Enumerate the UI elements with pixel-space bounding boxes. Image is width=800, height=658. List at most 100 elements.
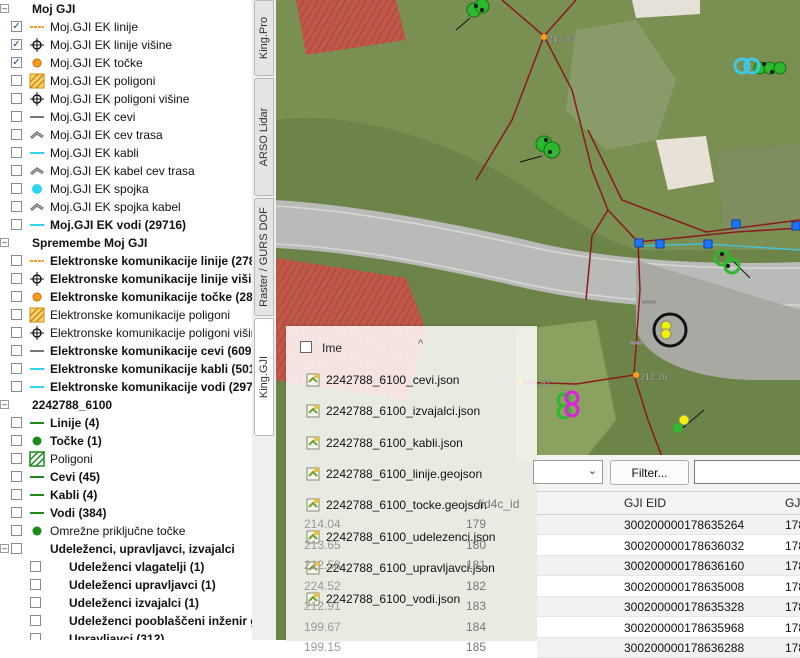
- layer-checkbox[interactable]: [30, 597, 41, 608]
- layer-checkbox[interactable]: [11, 165, 22, 176]
- layer-checkbox[interactable]: [30, 633, 41, 640]
- layer-row[interactable]: ✓ Moj.GJI EK točke: [0, 54, 252, 72]
- layer-checkbox[interactable]: [11, 111, 22, 122]
- layer-checkbox[interactable]: [30, 615, 41, 626]
- tab-arso-lidar[interactable]: ARSO Lidar: [254, 78, 274, 196]
- layer-row[interactable]: Moj.GJI EK kabli: [0, 144, 252, 162]
- layer-row[interactable]: Elektronske komunikacije kabli (5013): [0, 360, 252, 378]
- layer-row[interactable]: Poligoni: [0, 450, 252, 468]
- layer-row[interactable]: Udeleženci vlagatelji (1): [0, 558, 252, 576]
- layer-row[interactable]: Omrežne priključne točke: [0, 522, 252, 540]
- file-list-item[interactable]: 2242788_6100_linije.geojson: [306, 464, 482, 484]
- layer-checkbox[interactable]: [11, 435, 22, 446]
- file-list-item[interactable]: 2242788_6100_izvajalci.json: [306, 401, 480, 421]
- layer-checkbox[interactable]: [11, 471, 22, 482]
- layer-checkbox[interactable]: [11, 129, 22, 140]
- layer-checkbox[interactable]: [11, 489, 22, 500]
- collapse-icon[interactable]: –: [0, 400, 9, 409]
- layer-checkbox[interactable]: [11, 453, 22, 464]
- layer-row[interactable]: Moj.GJI EK spojka: [0, 180, 252, 198]
- table-row[interactable]: 300200000178635264 178: [537, 515, 800, 535]
- layer-row[interactable]: Udeleženci upravljavci (1): [0, 576, 252, 594]
- select-all-checkbox[interactable]: [300, 341, 312, 353]
- layer-row[interactable]: Kabli (4): [0, 486, 252, 504]
- table-row[interactable]: 300200000178636032 178: [537, 535, 800, 556]
- gji-cell: 178: [785, 641, 800, 655]
- layer-label: Moj.GJI EK kabli: [50, 146, 139, 160]
- layer-checkbox[interactable]: [11, 507, 22, 518]
- file-list-item[interactable]: 2242788_6100_kabli.json: [306, 433, 463, 453]
- layer-row[interactable]: – Moj GJI: [0, 0, 252, 18]
- layer-row[interactable]: Udeleženci pooblaščeni inženir gradbišča: [0, 612, 252, 630]
- column-gji-eid[interactable]: GJI EID: [624, 496, 666, 510]
- layer-row[interactable]: Moj.GJI EK poligoni višine: [0, 90, 252, 108]
- layer-checkbox[interactable]: ✓: [11, 57, 22, 68]
- layer-checkbox[interactable]: [11, 147, 22, 158]
- layer-row[interactable]: Točke (1): [0, 432, 252, 450]
- layer-row[interactable]: Elektronske komunikacije cevi (609): [0, 342, 252, 360]
- layer-checkbox[interactable]: [11, 417, 22, 428]
- layer-row[interactable]: Elektronske komunikacije poligoni: [0, 306, 252, 324]
- layer-checkbox[interactable]: [11, 345, 22, 356]
- table-row[interactable]: 300200000178635328 178: [537, 597, 800, 617]
- layer-checkbox[interactable]: [11, 381, 22, 392]
- ghost-value-cell: 199.67: [304, 619, 341, 634]
- layer-checkbox[interactable]: [11, 183, 22, 194]
- layer-row[interactable]: Elektronske komunikacije poligoni višine: [0, 324, 252, 342]
- layer-checkbox[interactable]: ✓: [11, 39, 22, 50]
- layer-row[interactable]: Udeleženci izvajalci (1): [0, 594, 252, 612]
- table-row[interactable]: 300200000178636160 178: [537, 556, 800, 576]
- layer-row[interactable]: Moj.GJI EK cev trasa: [0, 126, 252, 144]
- column-gji[interactable]: GJI: [785, 496, 800, 510]
- layer-checkbox[interactable]: [11, 93, 22, 104]
- table-row[interactable]: 300200000178635968 178: [537, 617, 800, 638]
- layer-row[interactable]: Elektronske komunikacije linije (2787): [0, 252, 252, 270]
- tab-raster-gurs-dof[interactable]: Raster / GURS DOF: [254, 198, 274, 316]
- layer-checkbox[interactable]: [30, 561, 41, 572]
- layer-checkbox[interactable]: [11, 201, 22, 212]
- collapse-icon[interactable]: –: [0, 544, 9, 553]
- tab-king-pro[interactable]: King.Pro: [254, 0, 274, 76]
- layer-checkbox[interactable]: ✓: [11, 21, 22, 32]
- layer-row[interactable]: Moj.GJI EK cevi: [0, 108, 252, 126]
- layer-row[interactable]: Linije (4): [0, 414, 252, 432]
- table-row[interactable]: 300200000178636288 178: [537, 638, 800, 658]
- layer-row[interactable]: Elektronske komunikacije vodi (29716): [0, 378, 252, 396]
- layer-row[interactable]: Upravljavci (312): [0, 630, 252, 640]
- file-list-item[interactable]: 2242788_6100_cevi.json: [306, 370, 459, 390]
- layer-checkbox[interactable]: [11, 327, 22, 338]
- layer-checkbox[interactable]: [11, 219, 22, 230]
- layer-checkbox[interactable]: [11, 309, 22, 320]
- layer-checkbox[interactable]: [11, 273, 22, 284]
- layer-checkbox[interactable]: [11, 291, 22, 302]
- filter-field-combo[interactable]: ⌄: [533, 460, 603, 484]
- layer-checkbox[interactable]: [30, 579, 41, 590]
- collapse-icon[interactable]: –: [0, 4, 9, 13]
- layer-row[interactable]: – Spremembe Moj GJI: [0, 234, 252, 252]
- file-list-item[interactable]: 2242788_6100_tocke.geojson: [306, 495, 487, 515]
- table-row[interactable]: 300200000178635008 178: [537, 576, 800, 597]
- layer-checkbox[interactable]: [11, 363, 22, 374]
- layer-checkbox[interactable]: [11, 255, 22, 266]
- layer-row[interactable]: Elektronske komunikacije linije višine: [0, 270, 252, 288]
- layer-row[interactable]: Vodi (384): [0, 504, 252, 522]
- layer-row[interactable]: Moj.GJI EK vodi (29716): [0, 216, 252, 234]
- filter-input[interactable]: [694, 460, 800, 484]
- tab-king-gji[interactable]: King.GJI: [254, 318, 274, 436]
- layer-row[interactable]: ✓ Moj.GJI EK linije: [0, 18, 252, 36]
- sort-up-icon[interactable]: ^: [418, 338, 423, 350]
- filter-button[interactable]: Filter...: [610, 460, 689, 485]
- layer-row[interactable]: – Udeleženci, upravljavci, izvajalci: [0, 540, 252, 558]
- layer-row[interactable]: Moj.GJI EK poligoni: [0, 72, 252, 90]
- name-column-header[interactable]: Ime: [322, 341, 342, 355]
- collapse-icon[interactable]: –: [0, 238, 9, 247]
- layer-row[interactable]: Moj.GJI EK spojka kabel: [0, 198, 252, 216]
- layer-row[interactable]: Elektronske komunikacije točke (287): [0, 288, 252, 306]
- layer-checkbox[interactable]: [11, 543, 22, 554]
- layer-row[interactable]: ✓ Moj.GJI EK linije višine: [0, 36, 252, 54]
- layer-checkbox[interactable]: [11, 525, 22, 536]
- layer-row[interactable]: Moj.GJI EK kabel cev trasa: [0, 162, 252, 180]
- layer-row[interactable]: Cevi (45): [0, 468, 252, 486]
- layer-row[interactable]: – 2242788_6100: [0, 396, 252, 414]
- layer-checkbox[interactable]: [11, 75, 22, 86]
